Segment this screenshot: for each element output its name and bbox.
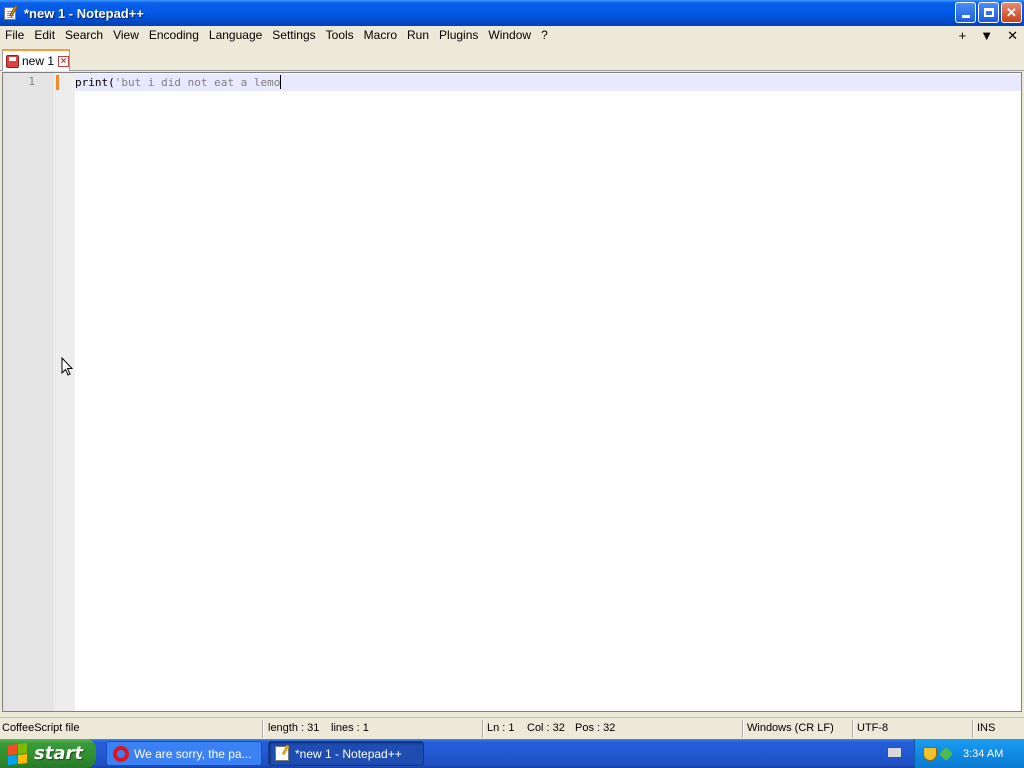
menu-search[interactable]: Search	[60, 26, 108, 45]
tab-list-dropdown-icon[interactable]: ▼	[980, 28, 993, 43]
change-history-marker	[56, 75, 59, 90]
system-tray: 3:34 AM	[914, 739, 1024, 768]
status-length: length : 31	[268, 722, 320, 734]
notepad-icon	[275, 746, 289, 761]
taskbar-item-label: We are sorry, the pa...	[134, 746, 252, 761]
start-button[interactable]: start	[0, 739, 96, 768]
menu-encoding[interactable]: Encoding	[144, 26, 204, 45]
menu-help[interactable]: ?	[536, 26, 553, 45]
minimize-button[interactable]	[955, 2, 976, 23]
tab-label: new 1	[22, 54, 55, 68]
code-keyword: print(	[75, 76, 115, 89]
mouse-pointer-icon	[61, 357, 73, 376]
fold-margin[interactable]	[54, 73, 75, 711]
line-number: 1	[28, 75, 35, 88]
clock[interactable]: 3:34 AM	[963, 748, 1003, 760]
tab-new-1[interactable]: new 1 ×	[2, 49, 70, 71]
menu-settings[interactable]: Settings	[267, 26, 320, 45]
title-bar[interactable]: *new 1 - Notepad++ ✕	[0, 0, 1024, 26]
menu-run[interactable]: Run	[402, 26, 434, 45]
network-icon[interactable]	[938, 746, 954, 761]
menu-view[interactable]: View	[108, 26, 144, 45]
menu-language[interactable]: Language	[204, 26, 267, 45]
status-position: Pos : 32	[575, 722, 616, 734]
close-icon: ✕	[1006, 4, 1017, 20]
tab-close-icon[interactable]: ×	[58, 55, 70, 67]
unsaved-file-icon	[6, 54, 19, 68]
security-shield-icon[interactable]	[923, 746, 937, 761]
status-line: Ln : 1	[487, 722, 515, 734]
close-document-icon[interactable]: ✕	[1007, 28, 1018, 44]
menu-macro[interactable]: Macro	[359, 26, 402, 45]
new-tab-plus-icon[interactable]: +	[959, 28, 967, 43]
status-file-type: CoffeeScript file	[2, 722, 80, 734]
opera-icon	[113, 745, 129, 762]
code-line[interactable]: print('but i did not eat a lemo	[75, 75, 282, 90]
tab-bar: new 1 ×	[0, 46, 1024, 71]
status-bar: CoffeeScript file length : 31 lines : 1 …	[0, 717, 1024, 739]
window-title: *new 1 - Notepad++	[24, 5, 144, 21]
taskbar-item-browser[interactable]: We are sorry, the pa...	[106, 741, 262, 766]
menu-file[interactable]: File	[0, 26, 29, 45]
menu-edit[interactable]: Edit	[29, 26, 60, 45]
status-encoding: UTF-8	[857, 722, 889, 734]
status-eol: Windows (CR LF)	[747, 722, 834, 734]
minimize-icon	[961, 15, 970, 18]
close-button[interactable]: ✕	[1001, 2, 1022, 23]
status-insert-mode: INS	[977, 722, 996, 734]
menu-window[interactable]: Window	[483, 26, 536, 45]
status-column: Col : 32	[527, 722, 565, 734]
taskbar-item-notepadpp[interactable]: *new 1 - Notepad++	[268, 741, 424, 766]
menu-plugins[interactable]: Plugins	[434, 26, 483, 45]
restore-icon	[983, 8, 994, 17]
menu-bar: File Edit Search View Encoding Language …	[0, 26, 1024, 45]
line-number-gutter[interactable]	[3, 73, 54, 711]
notepadpp-icon[interactable]	[3, 5, 19, 21]
windows-logo-icon	[8, 742, 28, 765]
start-label: start	[34, 743, 83, 764]
menu-tools[interactable]: Tools	[321, 26, 359, 45]
taskbar: start We are sorry, the pa... *new 1 - N…	[0, 739, 1024, 768]
code-string: 'but i did not eat a lemo	[114, 76, 281, 89]
keyboard-language-icon[interactable]	[887, 747, 902, 758]
text-caret	[280, 75, 282, 89]
maximize-button[interactable]	[978, 2, 999, 23]
status-lines: lines : 1	[331, 722, 369, 734]
editor-area[interactable]: 1 print('but i did not eat a lemo	[2, 72, 1022, 712]
taskbar-item-label: *new 1 - Notepad++	[295, 746, 402, 761]
